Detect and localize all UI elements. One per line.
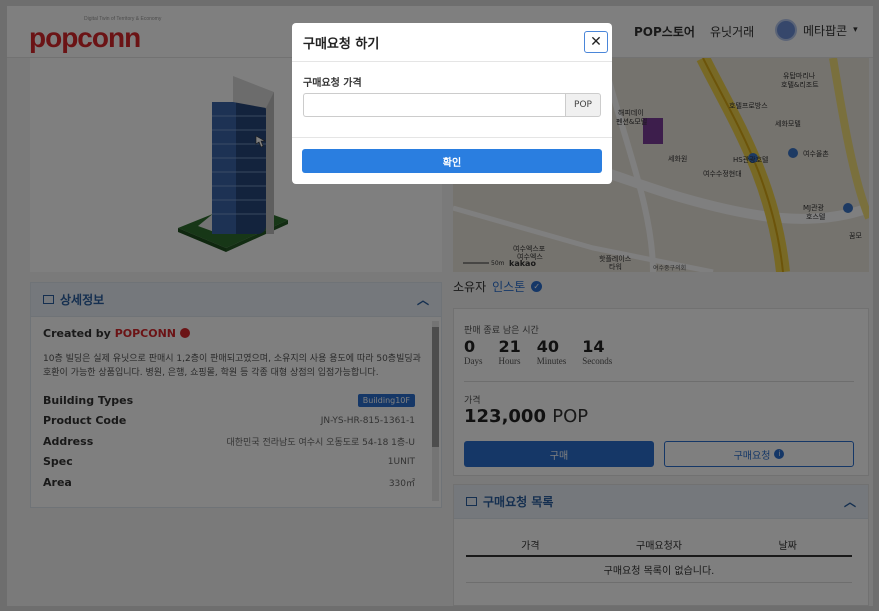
divider bbox=[292, 61, 612, 62]
modal-title: 구매요청 하기 bbox=[303, 37, 380, 52]
confirm-button[interactable]: 확인 bbox=[302, 149, 602, 173]
divider bbox=[292, 137, 612, 138]
request-price-input[interactable] bbox=[303, 93, 565, 117]
close-icon: ✕ bbox=[590, 34, 602, 50]
close-button[interactable]: ✕ bbox=[584, 31, 608, 53]
purchase-request-modal: 구매요청 하기 ✕ 구매요청 가격 POP 확인 bbox=[292, 23, 612, 184]
price-input-group: POP bbox=[303, 93, 601, 117]
price-field-label: 구매요청 가격 bbox=[303, 78, 362, 89]
currency-addon: POP bbox=[565, 93, 601, 117]
